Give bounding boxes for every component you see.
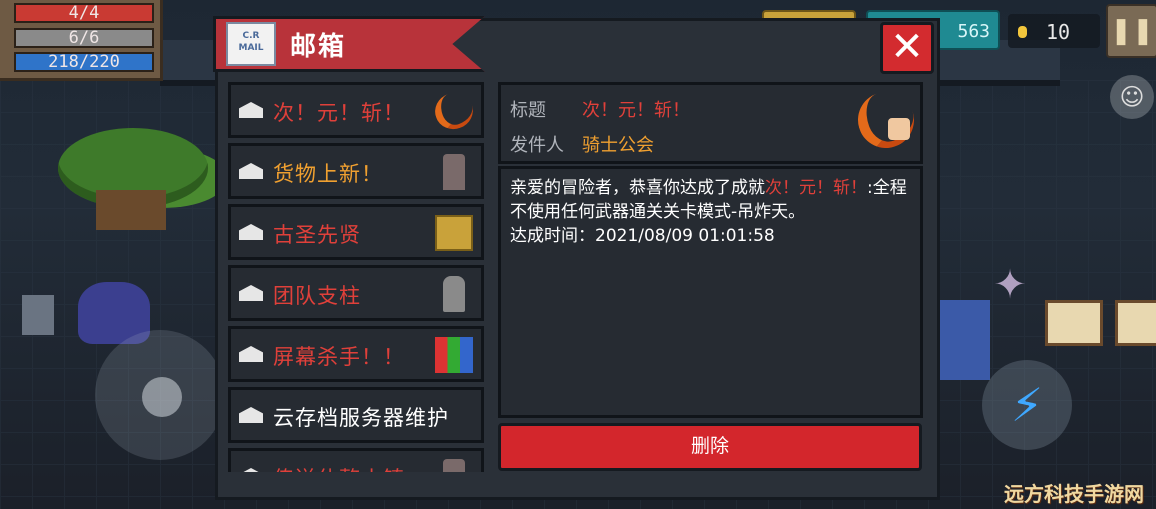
mail-item-1[interactable]: 次！元！斩！ xyxy=(228,82,484,138)
mail-item-6[interactable]: 云存档服务器维护 xyxy=(228,387,484,443)
lightning-icon: ⚡ xyxy=(1010,378,1044,432)
watermark: 远方科技手游网 xyxy=(1004,482,1144,506)
mail-item-label: 古圣先贤 xyxy=(273,223,361,247)
title-value: 次！元！斩！ xyxy=(582,100,690,121)
notice-board-2 xyxy=(1115,300,1156,346)
colorful-blocks-icon xyxy=(435,337,473,373)
skill-button[interactable]: ⚡ xyxy=(982,360,1072,450)
achieved-time: 达成时间：2021/08/09 01:01:58 xyxy=(510,226,775,246)
message-highlight: 次！元！斩！ xyxy=(765,178,867,198)
player-stats-panel: 4/4 6/6 218/220 xyxy=(0,0,163,81)
coin-icon xyxy=(1018,26,1027,38)
envelope-icon xyxy=(239,163,263,179)
pause-button[interactable]: ❚❚ xyxy=(1106,4,1156,58)
envelope-icon xyxy=(239,346,263,362)
mail-item-2[interactable]: 货物上新！ xyxy=(228,143,484,199)
sender-value: 骑士公会 xyxy=(582,135,654,156)
message-prefix: 亲爱的冒险者，恭喜你达成了成就 xyxy=(510,178,765,198)
sender-label: 发件人 xyxy=(510,135,564,156)
mail-item-label: 传送休整小镇 xyxy=(273,463,405,472)
mail-envelope-icon: C.R MAIL xyxy=(226,22,276,66)
pause-icon: ❚❚ xyxy=(1110,16,1154,46)
mail-item-3[interactable]: 古圣先贤 xyxy=(228,204,484,260)
merchant-icon xyxy=(443,154,465,190)
mail-message: 亲爱的冒险者，恭喜你达成了成就次！元！斩！:全程不使用任何武器通关关卡模式-吊炸… xyxy=(510,176,910,248)
joystick-knob[interactable] xyxy=(142,377,182,417)
hp-bar: 4/4 xyxy=(14,3,154,23)
energy-bar: 218/220 xyxy=(14,52,154,72)
emote-button[interactable]: ☺ xyxy=(1110,75,1154,119)
crescent-blade-icon xyxy=(429,87,479,135)
mail-item-label: 货物上新！ xyxy=(273,162,383,186)
golden-box-icon xyxy=(435,215,473,251)
mail-item-label: 团队支柱 xyxy=(273,284,361,308)
title-label: 标题 xyxy=(510,100,546,121)
envelope-icon xyxy=(239,224,263,240)
tree-trunk-sprite xyxy=(96,190,166,230)
mail-list[interactable]: 次！元！斩！ 货物上新！ 古圣先贤 团队支柱 屏幕杀手！！ 云存档服务器维护 传… xyxy=(228,82,485,472)
hand-icon xyxy=(888,118,910,140)
close-button[interactable]: ✕ xyxy=(880,22,934,74)
machine-sprite xyxy=(22,295,54,335)
mail-item-5[interactable]: 屏幕杀手！！ xyxy=(228,326,484,382)
envelope-icon xyxy=(239,102,263,118)
mail-item-label: 次！元！斩！ xyxy=(273,101,405,125)
coin-count: 10 xyxy=(1046,20,1071,44)
merchant-icon xyxy=(443,459,465,472)
mailbox-title: 邮箱 xyxy=(290,32,347,62)
mail-item-label: 屏幕杀手！！ xyxy=(273,345,405,369)
mail-item-label: 云存档服务器维护 xyxy=(273,406,449,430)
mail-item-4[interactable]: 团队支柱 xyxy=(228,265,484,321)
smiley-icon: ☺ xyxy=(1119,83,1145,111)
envelope-icon xyxy=(239,407,263,423)
mail-item-7[interactable]: 传送休整小镇 xyxy=(228,448,484,472)
delete-button[interactable]: 删除 xyxy=(498,423,922,471)
envelope-icon xyxy=(239,468,263,472)
aim-crosshair-icon: ✦ xyxy=(993,262,1027,308)
armor-bar: 6/6 xyxy=(14,28,154,48)
hooded-figure-icon xyxy=(443,276,465,312)
envelope-icon xyxy=(239,285,263,301)
